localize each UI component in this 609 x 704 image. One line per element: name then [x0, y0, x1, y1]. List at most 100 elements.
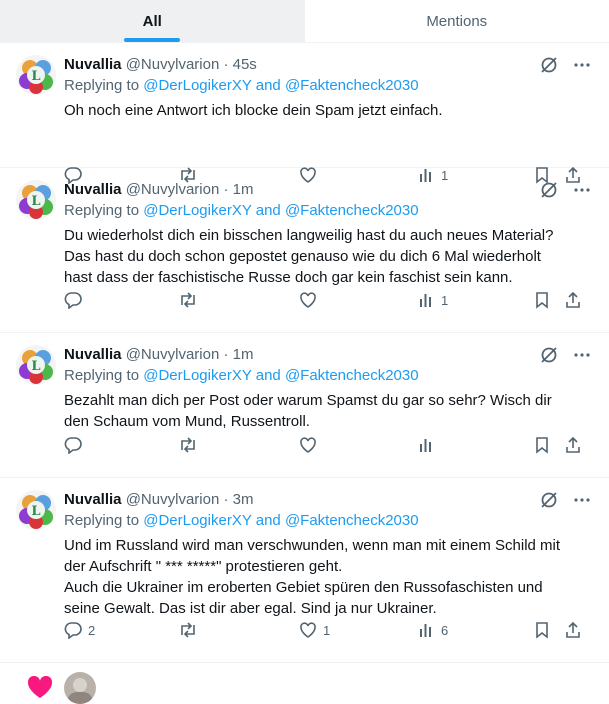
more-icon[interactable]: [573, 491, 591, 514]
share-button[interactable]: [564, 621, 582, 639]
reply-user-link[interactable]: @Faktencheck2030: [285, 202, 419, 219]
bookmark-icon: [534, 621, 550, 639]
replying-to-prefix: Replying to: [64, 367, 139, 384]
avatar[interactable]: L: [16, 180, 56, 220]
reply-button[interactable]: [64, 436, 88, 454]
views-count: 6: [441, 623, 448, 638]
tweet-header: Nuvallia @Nuvylvarion · 1m: [64, 345, 593, 365]
tweet-header: Nuvallia @Nuvylvarion · 1m: [64, 180, 593, 200]
views-icon: [417, 621, 435, 639]
svg-text:L: L: [31, 69, 40, 84]
like-button[interactable]: 1: [299, 621, 330, 639]
svg-text:L: L: [31, 359, 40, 374]
bookmark-button[interactable]: [534, 291, 550, 309]
like-notification-preview[interactable]: [0, 660, 609, 688]
handle-time[interactable]: @Nuvylvarion · 1m: [126, 346, 254, 363]
grok-icon[interactable]: [539, 345, 559, 370]
reply-icon: [64, 621, 82, 639]
tweet-actions: 2 1 6: [64, 610, 593, 650]
avatar[interactable]: L: [16, 55, 56, 95]
retweet-button[interactable]: [178, 436, 204, 454]
heart-icon: [299, 621, 317, 639]
like-count: 1: [323, 623, 330, 638]
reply-user-link[interactable]: @DerLogikerXY: [143, 202, 251, 219]
views-button[interactable]: [417, 436, 441, 454]
reply-user-link[interactable]: @Faktencheck2030: [285, 77, 419, 94]
reply-button[interactable]: 2: [64, 621, 95, 639]
reply-user-link[interactable]: @DerLogikerXY: [143, 77, 251, 94]
reply-and: and: [256, 367, 281, 384]
replying-to: Replying to @DerLogikerXY and @Faktenche…: [64, 200, 593, 222]
more-icon[interactable]: [573, 56, 591, 79]
tweet-header: Nuvallia @Nuvylvarion · 3m: [64, 490, 593, 510]
tweet-text: Oh noch eine Antwort ich blocke dein Spa…: [64, 100, 593, 121]
replying-to: Replying to @DerLogikerXY and @Faktenche…: [64, 365, 593, 387]
share-button[interactable]: [564, 291, 582, 309]
avatar[interactable]: L: [16, 345, 56, 385]
display-name[interactable]: Nuvallia: [64, 346, 122, 363]
share-icon: [564, 291, 582, 309]
views-button[interactable]: 6: [417, 621, 448, 639]
handle-time[interactable]: @Nuvylvarion · 3m: [126, 491, 254, 508]
views-button[interactable]: 1: [417, 291, 448, 309]
tab-mentions-label: Mentions: [426, 13, 487, 30]
share-button[interactable]: [564, 436, 582, 454]
tweet-text: Und im Russland wird man verschwunden, w…: [64, 535, 593, 619]
handle-time[interactable]: @Nuvylvarion · 45s: [126, 56, 257, 73]
more-icon[interactable]: [573, 181, 591, 204]
reply-icon: [64, 291, 82, 309]
grok-icon[interactable]: [539, 55, 559, 80]
tweet[interactable]: L Nuvallia @Nuvylvarion · 1m Replying to…: [0, 333, 609, 478]
avatar[interactable]: L: [16, 490, 56, 530]
grok-icon[interactable]: [539, 180, 559, 205]
heart-icon: [299, 291, 317, 309]
heart-icon: [299, 436, 317, 454]
like-button[interactable]: [299, 436, 323, 454]
reply-user-link[interactable]: @Faktencheck2030: [285, 512, 419, 529]
notification-tabs: All Mentions: [0, 0, 609, 43]
replying-to: Replying to @DerLogikerXY and @Faktenche…: [64, 510, 593, 532]
tweet[interactable]: L Nuvallia @Nuvylvarion · 45s Replying t…: [0, 43, 609, 168]
heart-icon: [26, 676, 54, 700]
reply-button[interactable]: [64, 291, 88, 309]
reply-icon: [64, 436, 82, 454]
reply-count: 2: [88, 623, 95, 638]
display-name[interactable]: Nuvallia: [64, 491, 122, 508]
views-icon: [417, 291, 435, 309]
display-name[interactable]: Nuvallia: [64, 181, 122, 198]
tweet-header-icons: [539, 55, 591, 80]
retweet-icon: [178, 621, 198, 639]
like-button[interactable]: [299, 291, 323, 309]
bookmark-icon: [534, 291, 550, 309]
tab-all[interactable]: All: [0, 0, 305, 42]
display-name[interactable]: Nuvallia: [64, 56, 122, 73]
bookmark-button[interactable]: [534, 436, 550, 454]
tweet[interactable]: L Nuvallia @Nuvylvarion · 1m Replying to…: [0, 168, 609, 333]
retweet-button[interactable]: [178, 621, 204, 639]
handle-time[interactable]: @Nuvylvarion · 1m: [126, 181, 254, 198]
share-icon: [564, 436, 582, 454]
retweet-icon: [178, 436, 198, 454]
replying-to-prefix: Replying to: [64, 512, 139, 529]
bookmark-button[interactable]: [534, 621, 550, 639]
svg-text:L: L: [31, 194, 40, 209]
tweet-header-icons: [539, 180, 591, 205]
reply-user-link[interactable]: @DerLogikerXY: [143, 512, 251, 529]
reply-and: and: [256, 77, 281, 94]
views-count: 1: [441, 293, 448, 308]
retweet-icon: [178, 291, 198, 309]
avatar[interactable]: [64, 672, 96, 704]
grok-icon[interactable]: [539, 490, 559, 515]
tab-mentions[interactable]: Mentions: [305, 0, 609, 42]
tweet-text: Du wiederholst dich ein bisschen langwei…: [64, 225, 593, 288]
replying-to-prefix: Replying to: [64, 202, 139, 219]
reply-user-link[interactable]: @DerLogikerXY: [143, 367, 251, 384]
tweet-header: Nuvallia @Nuvylvarion · 45s: [64, 55, 593, 75]
retweet-button[interactable]: [178, 291, 204, 309]
more-icon[interactable]: [573, 346, 591, 369]
tweet-actions: [64, 425, 593, 465]
reply-user-link[interactable]: @Faktencheck2030: [285, 367, 419, 384]
share-icon: [564, 621, 582, 639]
tweet[interactable]: L Nuvallia @Nuvylvarion · 3m Replying to…: [0, 478, 609, 663]
tweet-header-icons: [539, 490, 591, 515]
